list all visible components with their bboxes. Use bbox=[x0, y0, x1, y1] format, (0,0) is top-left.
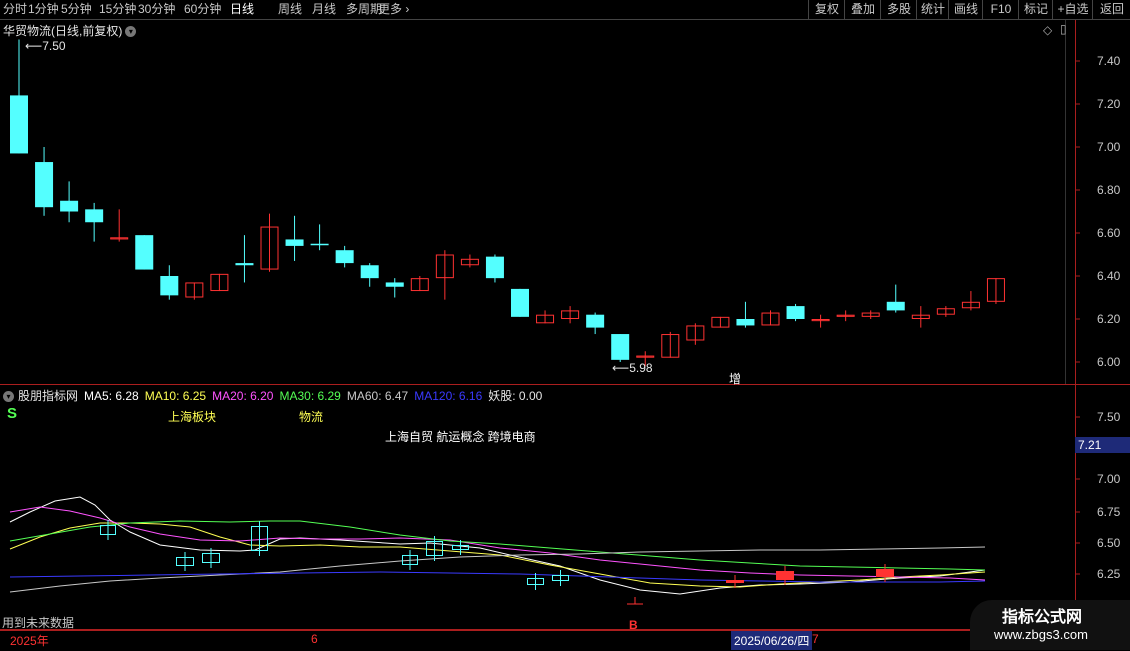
candle-body bbox=[135, 235, 154, 270]
s-signal: S bbox=[7, 405, 18, 422]
month-label: 7 bbox=[812, 632, 819, 646]
candle-body bbox=[586, 314, 605, 328]
high-price-value: 7.50 bbox=[42, 39, 66, 53]
watermark-title: 指标公式网 bbox=[1002, 609, 1083, 626]
restore-window-icon[interactable]: ▯ bbox=[1060, 22, 1067, 36]
chevron-down-icon[interactable]: ▾ bbox=[125, 26, 137, 38]
price-tick-label: 6.40 bbox=[1097, 269, 1121, 283]
sector-label: 上海板块 bbox=[168, 410, 217, 424]
diamond-icon[interactable]: ◇ bbox=[1043, 23, 1052, 37]
ma10-value: MA10: 6.25 bbox=[144, 389, 207, 403]
indicator-tick-label: 6.75 bbox=[1097, 505, 1121, 519]
indicator-candle-body bbox=[776, 571, 794, 580]
current-price-tag: 7.21 bbox=[1075, 437, 1130, 453]
year-label: 2025年 bbox=[10, 634, 49, 648]
ma5-value: MA5: 6.28 bbox=[84, 389, 139, 403]
marker-arrow-icon: ⟵ bbox=[612, 361, 630, 375]
candle-body bbox=[786, 306, 805, 319]
ma120-value: MA120: 6.16 bbox=[414, 389, 483, 403]
candle-body bbox=[235, 263, 254, 266]
indicator-tick-label: 6.50 bbox=[1097, 536, 1121, 550]
candle-body bbox=[485, 256, 504, 279]
candle-body bbox=[385, 282, 404, 287]
price-tick-label: 7.20 bbox=[1097, 97, 1121, 111]
candle-body bbox=[736, 319, 755, 326]
ma20-value: MA20: 6.20 bbox=[212, 389, 274, 403]
watermark-url: www.zbgs3.com bbox=[994, 627, 1088, 642]
indicator-candle-body bbox=[876, 569, 894, 577]
low-price-value: 5.98 bbox=[629, 361, 653, 375]
candle-body bbox=[160, 276, 179, 296]
concept-labels: 上海自贸 航运概念 跨境电商 bbox=[385, 430, 536, 444]
price-tick-label: 6.00 bbox=[1097, 355, 1121, 369]
indicator-tick-label: 6.25 bbox=[1097, 567, 1121, 581]
candle-body bbox=[360, 265, 379, 279]
stock-title[interactable]: 华贸物流(日线,前复权) ▾ bbox=[3, 22, 137, 39]
low-price-marker: ⟵5.98 bbox=[612, 361, 653, 375]
price-tick-label: 7.40 bbox=[1097, 54, 1121, 68]
high-price-marker: ⟵7.50 bbox=[25, 39, 66, 53]
candle-body bbox=[60, 200, 79, 212]
candle-body bbox=[511, 288, 529, 317]
price-tick-label: 6.20 bbox=[1097, 312, 1121, 326]
ma10-line bbox=[9, 522, 986, 588]
future-data-note: 用到未来数据 bbox=[2, 616, 75, 630]
indicator-candle-body bbox=[726, 580, 744, 583]
ma30-line bbox=[9, 520, 986, 571]
price-tick-label: 6.60 bbox=[1097, 226, 1121, 240]
marker-arrow-icon: ⟵ bbox=[25, 39, 43, 53]
ma60-value: MA60: 6.47 bbox=[346, 389, 409, 403]
ma5-line bbox=[9, 496, 986, 595]
candle-body bbox=[886, 301, 905, 311]
indicator-tick-label: 7.50 bbox=[1097, 410, 1121, 424]
candle-body bbox=[310, 243, 329, 246]
candle-body bbox=[335, 250, 354, 264]
candle-body bbox=[35, 162, 54, 208]
zeng-signal: 增 bbox=[729, 372, 742, 386]
ma120-line bbox=[9, 571, 986, 583]
candle-body bbox=[285, 239, 304, 246]
watermark: 指标公式网 www.zbgs3.com bbox=[970, 600, 1130, 650]
chart-canvas[interactable] bbox=[0, 0, 1130, 650]
indicator-name[interactable]: 股朋指标网 bbox=[18, 389, 78, 403]
price-tick-label: 6.80 bbox=[1097, 183, 1121, 197]
ma60-line bbox=[9, 546, 986, 593]
industry-label: 物流 bbox=[299, 410, 324, 424]
candle-body bbox=[85, 209, 104, 223]
cursor-date-tag: 2025/06/26/四 bbox=[731, 631, 813, 650]
price-tick-label: 7.00 bbox=[1097, 140, 1121, 154]
month-label: 6 bbox=[311, 632, 318, 646]
indicator-header: ▾ 股朋指标网 MA5: 6.28 MA10: 6.25 MA20: 6.20 MA30:… bbox=[3, 387, 548, 404]
indicator-tick-label: 7.00 bbox=[1097, 472, 1121, 486]
chevron-down-icon[interactable]: ▾ bbox=[3, 391, 14, 403]
ma30-value: MA30: 6.29 bbox=[279, 389, 341, 403]
date-axis: 2025年 6 2025/06/26/四 7 bbox=[0, 630, 1130, 651]
yaogu-value: 妖股: 0.00 bbox=[488, 389, 543, 403]
stock-title-text: 华贸物流(日线,前复权) bbox=[3, 24, 123, 38]
candle-body bbox=[10, 95, 28, 154]
candle-body bbox=[611, 334, 630, 360]
